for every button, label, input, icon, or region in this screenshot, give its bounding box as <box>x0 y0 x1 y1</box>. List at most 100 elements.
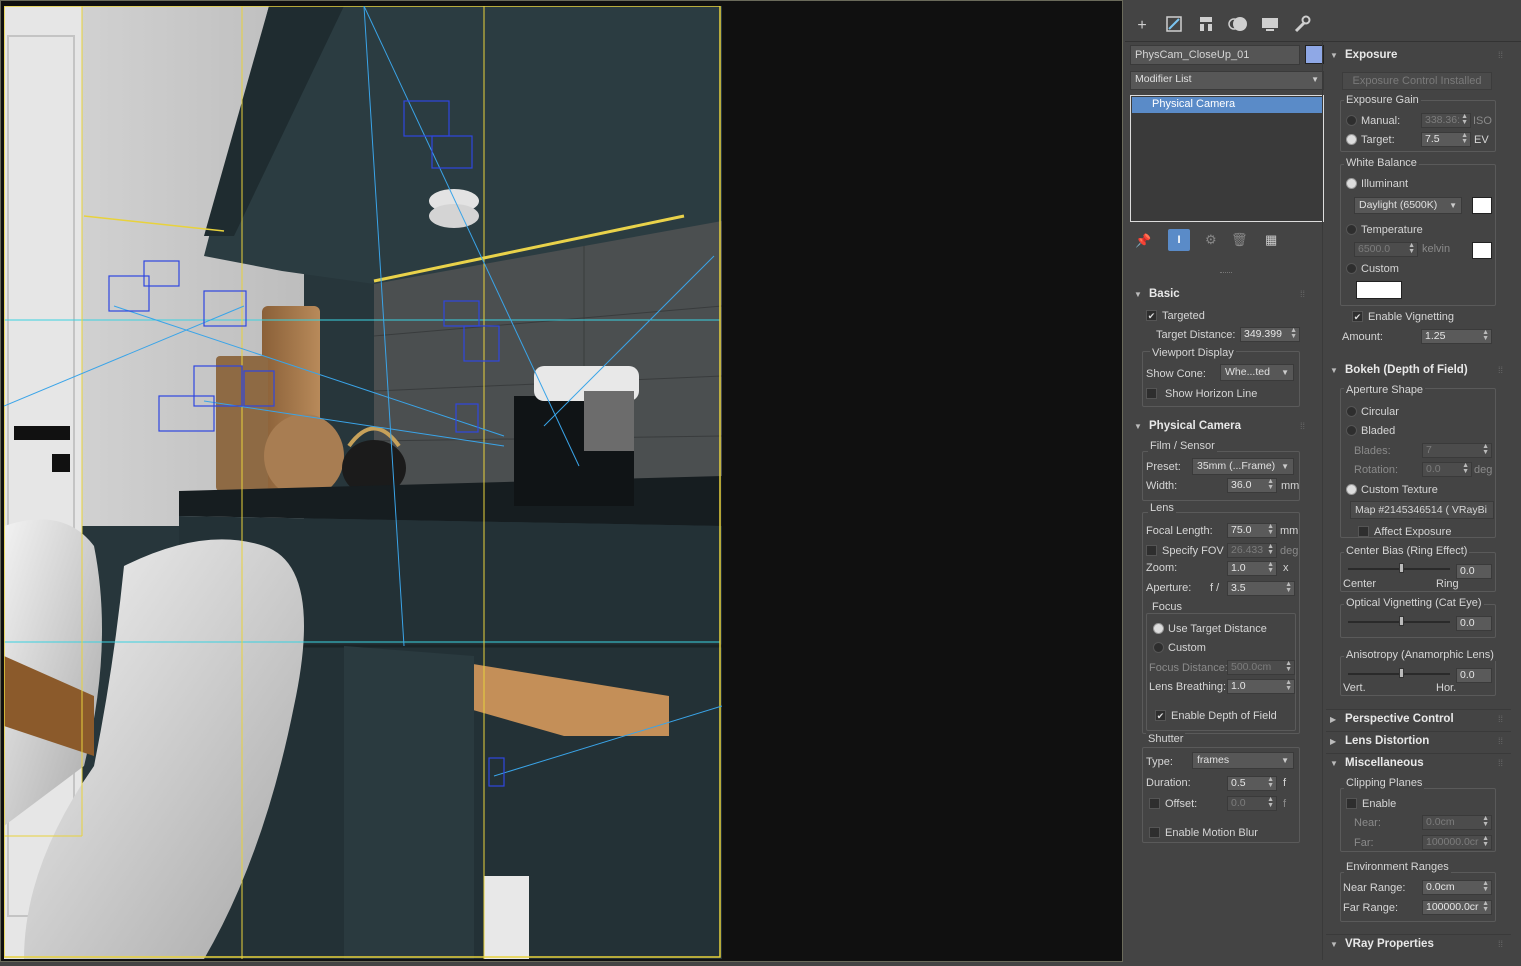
vignetting-amount-spinner[interactable]: 1.25 ▲ ▼ <box>1421 329 1492 344</box>
preset-dropdown[interactable]: 35mm (...Frame) ▼ <box>1192 458 1294 475</box>
lens-distortion-rollout[interactable]: ▶ Lens Distortion ⁞⁞ <box>1326 731 1511 751</box>
object-name-field[interactable]: PhysCam_CloseUp_01 <box>1130 45 1300 65</box>
illuminant-radio[interactable] <box>1346 178 1357 189</box>
affect-exposure-checkbox[interactable] <box>1358 526 1369 537</box>
collapse-triangle-icon[interactable]: ▼ <box>1330 940 1338 949</box>
specify-fov-checkbox[interactable] <box>1146 545 1157 556</box>
duration-spinner[interactable]: 0.5 ▲ ▼ <box>1227 776 1277 791</box>
optical-vignetting-slider-thumb[interactable] <box>1399 616 1404 626</box>
lens-distortion-header[interactable]: Lens Distortion <box>1345 735 1429 747</box>
custom-focus-radio[interactable] <box>1153 642 1164 653</box>
miscellaneous-header[interactable]: Miscellaneous <box>1345 757 1424 769</box>
bokeh-header[interactable]: Bokeh (Depth of Field) <box>1345 364 1468 376</box>
targeted-label: Targeted <box>1162 310 1205 322</box>
aperture-label: Aperture: <box>1146 582 1192 594</box>
configure-modifier-sets-icon[interactable]: ▦ <box>1265 232 1277 248</box>
show-end-result-icon[interactable]: I <box>1168 229 1190 251</box>
remove-modifier-trash-icon[interactable]: 🗑 <box>1231 232 1248 248</box>
lens-breathing-spinner[interactable]: 1.0 ▲ ▼ <box>1227 679 1295 694</box>
width-spinner[interactable]: 36.0 ▲ ▼ <box>1227 478 1277 493</box>
exposure-rollout: ▼ Exposure ⁞⁞ Exposure Control Installed… <box>1326 44 1511 354</box>
shutter-type-label: Type: <box>1146 756 1173 768</box>
modify-tab-icon[interactable] <box>1163 15 1185 37</box>
display-tab-icon[interactable] <box>1259 15 1281 37</box>
basic-header[interactable]: Basic <box>1149 288 1180 300</box>
shutter-type-dropdown[interactable]: frames ▼ <box>1192 752 1294 769</box>
near-range-spinner[interactable]: 0.0cm ▲ ▼ <box>1422 880 1492 895</box>
far-range-spinner[interactable]: 100000.0cr ▲ ▼ <box>1422 900 1492 915</box>
exposure-header[interactable]: Exposure <box>1345 49 1397 61</box>
motion-tab-icon[interactable] <box>1227 15 1249 37</box>
vray-properties-header[interactable]: VRay Properties <box>1345 938 1434 950</box>
show-horizon-label: Show Horizon Line <box>1165 388 1258 400</box>
zoom-label: Zoom: <box>1146 562 1178 574</box>
utilities-wrench-icon[interactable] <box>1291 15 1313 37</box>
near-clip-label: Near: <box>1354 817 1381 829</box>
hor-label: Hor. <box>1436 682 1457 694</box>
manual-gain-radio[interactable] <box>1346 115 1357 126</box>
circular-radio[interactable] <box>1346 406 1357 417</box>
expand-triangle-icon[interactable]: ▶ <box>1330 737 1336 746</box>
aperture-spinner[interactable]: 3.5 ▲ ▼ <box>1227 581 1295 596</box>
make-unique-icon[interactable]: ⚙ <box>1205 232 1217 248</box>
bladed-radio[interactable] <box>1346 425 1357 436</box>
expand-triangle-icon[interactable]: ▶ <box>1330 715 1336 724</box>
rollout-grip-icon[interactable]: ⁞⁞ <box>1300 421 1305 431</box>
rollout-grip-icon[interactable]: ⁞⁞ <box>1498 50 1503 60</box>
offset-spinner: 0.0 ▲ ▼ <box>1227 796 1277 811</box>
collapse-triangle-icon[interactable]: ▼ <box>1134 290 1142 299</box>
collapse-triangle-icon[interactable]: ▼ <box>1330 759 1338 768</box>
collapse-triangle-icon[interactable]: ▼ <box>1134 422 1142 431</box>
rollout-grip-icon[interactable]: ⁞⁞ <box>1498 365 1503 375</box>
perspective-control-rollout[interactable]: ▶ Perspective Control ⁞⁞ <box>1326 709 1511 729</box>
center-bias-spinner[interactable]: 0.0 <box>1456 564 1492 579</box>
collapse-triangle-icon[interactable]: ▼ <box>1330 366 1338 375</box>
rollout-grip-icon[interactable]: ⁞⁞ <box>1498 736 1503 746</box>
zoom-spinner[interactable]: 1.0 ▲ ▼ <box>1227 561 1277 576</box>
offset-checkbox[interactable] <box>1149 798 1160 809</box>
physical-camera-header[interactable]: Physical Camera <box>1149 420 1241 432</box>
rollout-grip-icon[interactable]: ⁞⁞ <box>1498 714 1503 724</box>
custom-texture-radio[interactable] <box>1346 484 1357 495</box>
show-cone-dropdown[interactable]: Whe...ted ▼ <box>1220 364 1294 381</box>
aperture-shape-label: Aperture Shape <box>1344 384 1426 396</box>
pin-stack-icon[interactable]: 📌 <box>1135 233 1151 249</box>
bokeh-map-button[interactable]: Map #2145346514 ( VRayBi <box>1350 501 1494 519</box>
center-bias-slider-thumb[interactable] <box>1399 563 1404 573</box>
anisotropy-slider-thumb[interactable] <box>1399 668 1404 678</box>
temperature-radio[interactable] <box>1346 224 1357 235</box>
clipping-enable-checkbox[interactable] <box>1346 798 1357 809</box>
rollout-grip-icon[interactable]: ⁞⁞ <box>1498 939 1503 949</box>
show-horizon-checkbox[interactable] <box>1146 388 1157 399</box>
viewport-display-label: Viewport Display <box>1150 347 1236 359</box>
rollout-grip-icon[interactable]: ⁞⁞ <box>1300 289 1305 299</box>
width-label: Width: <box>1146 480 1178 492</box>
perspective-control-header[interactable]: Perspective Control <box>1345 713 1454 725</box>
stack-item-physical-camera[interactable]: Physical Camera <box>1132 97 1322 113</box>
enable-motion-blur-checkbox[interactable] <box>1149 827 1160 838</box>
modifier-list-dropdown[interactable]: Modifier List ▼ <box>1130 71 1324 90</box>
vray-properties-rollout[interactable]: ▼ VRay Properties ⁞⁞ <box>1326 934 1511 954</box>
optical-vignetting-spinner[interactable]: 0.0 <box>1456 616 1492 631</box>
create-tab-icon[interactable]: + <box>1131 15 1153 37</box>
use-target-distance-label: Use Target Distance <box>1168 623 1267 635</box>
custom-wb-color-swatch[interactable] <box>1356 281 1402 299</box>
camera-viewport[interactable] <box>0 0 1123 962</box>
target-distance-spinner[interactable]: 349.399 ▲ ▼ <box>1240 327 1300 342</box>
target-ev-spinner[interactable]: 7.5 ▲ ▼ <box>1421 132 1471 147</box>
targeted-checkbox[interactable]: ✔ <box>1146 310 1157 321</box>
target-ev-radio[interactable] <box>1346 134 1357 145</box>
anisotropy-spinner[interactable]: 0.0 <box>1456 668 1492 683</box>
hierarchy-tab-icon[interactable] <box>1195 15 1217 37</box>
circular-label: Circular <box>1361 406 1399 418</box>
custom-wb-radio[interactable] <box>1346 263 1357 274</box>
enable-dof-checkbox[interactable]: ✔ <box>1155 710 1166 721</box>
enable-vignetting-checkbox[interactable]: ✔ <box>1352 311 1363 322</box>
illuminant-dropdown[interactable]: Daylight (6500K) ▼ <box>1354 197 1462 214</box>
use-target-distance-radio[interactable] <box>1153 623 1164 634</box>
panel-resize-handle[interactable] <box>1220 272 1232 274</box>
rollout-grip-icon[interactable]: ⁞⁞ <box>1498 758 1503 768</box>
collapse-triangle-icon[interactable]: ▼ <box>1330 51 1338 60</box>
illuminant-color-swatch[interactable] <box>1472 197 1492 214</box>
focal-length-spinner[interactable]: 75.0 ▲ ▼ <box>1227 523 1277 538</box>
